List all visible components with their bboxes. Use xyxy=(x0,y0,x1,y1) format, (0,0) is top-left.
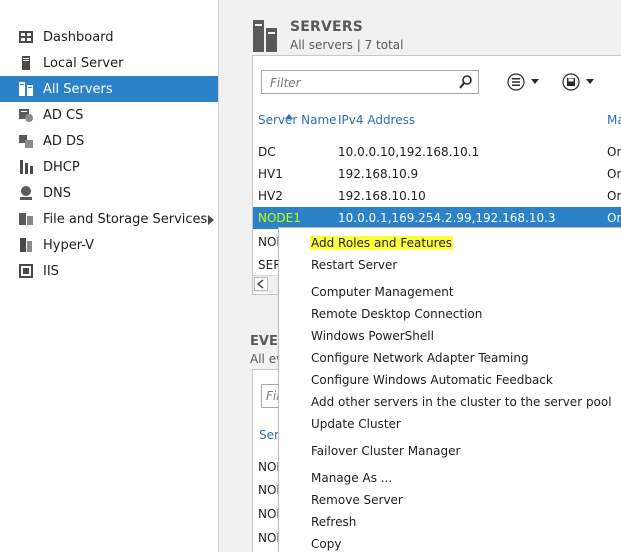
sidebar-item-label: IIS xyxy=(43,263,59,279)
servers-header-icon xyxy=(253,20,279,55)
list-item[interactable]: NOI xyxy=(258,531,280,545)
page-subtitle: All servers | 7 total xyxy=(290,38,404,52)
filter-input[interactable] xyxy=(268,74,462,92)
menu-item-failover-cluster-manager[interactable]: Failover Cluster Manager xyxy=(310,444,461,458)
dhcp-icon xyxy=(18,159,34,175)
file-storage-icon xyxy=(18,211,34,227)
menu-item-add-roles-features[interactable]: Add Roles and Features xyxy=(310,236,453,250)
menu-item-nic-teaming[interactable]: Configure Network Adapter Teaming xyxy=(310,351,530,365)
menu-item-refresh[interactable]: Refresh xyxy=(310,515,357,529)
ad-ds-icon xyxy=(18,133,34,149)
table-row[interactable]: HV1 192.168.10.9 On xyxy=(253,163,621,185)
menu-item-automatic-feedback[interactable]: Configure Windows Automatic Feedback xyxy=(310,373,554,387)
menu-item-update-cluster[interactable]: Update Cluster xyxy=(310,417,402,431)
sidebar-item-hyper-v[interactable]: Hyper-V xyxy=(0,232,218,258)
ad-cs-icon xyxy=(18,107,34,123)
menu-item-powershell[interactable]: Windows PowerShell xyxy=(310,329,435,343)
context-menu: Add Roles and Features Restart Server Co… xyxy=(278,227,621,552)
sidebar-item-iis[interactable]: IIS xyxy=(0,258,218,284)
server-name-cell: DC xyxy=(258,145,276,159)
iis-icon xyxy=(18,263,34,279)
column-header-server-name[interactable]: Server Name xyxy=(258,113,337,127)
sidebar-item-label: All Servers xyxy=(43,81,113,97)
sidebar-item-local-server[interactable]: Local Server xyxy=(0,50,218,76)
all-servers-icon xyxy=(18,81,34,97)
server-manager-window: Dashboard Local Server All Servers AD CS… xyxy=(0,0,621,552)
menu-item-copy[interactable]: Copy xyxy=(310,537,342,551)
sidebar: Dashboard Local Server All Servers AD CS… xyxy=(0,0,219,552)
chevron-right-icon[interactable] xyxy=(208,214,214,229)
filter-box[interactable] xyxy=(261,70,479,94)
sidebar-item-dashboard[interactable]: Dashboard xyxy=(0,24,218,50)
server-name-cell: HV1 xyxy=(258,167,283,181)
hyper-v-icon xyxy=(18,237,34,253)
list-options-button[interactable] xyxy=(507,73,547,94)
column-header-ipv4[interactable]: IPv4 Address xyxy=(338,113,415,127)
server-name-cell: NOI xyxy=(258,235,280,249)
sidebar-item-label: DNS xyxy=(43,185,71,201)
page-title: SERVERS xyxy=(290,19,364,35)
list-item[interactable]: NOI xyxy=(258,507,280,521)
list-item[interactable]: NOI xyxy=(258,460,280,474)
scroll-left-button[interactable] xyxy=(254,277,268,291)
server-name-cell: NODE1 xyxy=(258,211,301,225)
search-icon[interactable] xyxy=(459,75,473,92)
sidebar-item-label: Local Server xyxy=(43,55,124,71)
manageability-cell: On xyxy=(607,211,621,225)
column-header-manageability[interactable]: Ma xyxy=(607,113,621,127)
sidebar-item-label: Dashboard xyxy=(43,29,114,45)
table-row[interactable]: HV2 192.168.10.10 On xyxy=(253,185,621,207)
ipv4-cell: 10.0.0.1,169.254.2.99,192.168.10.3 xyxy=(338,211,556,225)
sidebar-item-label: AD CS xyxy=(43,107,84,123)
manageability-cell: On xyxy=(607,145,621,159)
menu-item-remove-server[interactable]: Remove Server xyxy=(310,493,404,507)
table-row[interactable]: DC 10.0.0.10,192.168.10.1 On xyxy=(253,141,621,163)
menu-item-manage-as[interactable]: Manage As ... xyxy=(310,471,393,485)
menu-item-restart-server[interactable]: Restart Server xyxy=(310,258,398,272)
manageability-cell: On xyxy=(607,167,621,181)
sidebar-item-label: AD DS xyxy=(43,133,85,149)
menu-item-computer-management[interactable]: Computer Management xyxy=(310,285,455,299)
sidebar-item-label: File and Storage Services xyxy=(43,211,208,227)
ipv4-cell: 10.0.0.10,192.168.10.1 xyxy=(338,145,480,159)
sidebar-item-label: Hyper-V xyxy=(43,237,95,253)
ipv4-cell: 192.168.10.10 xyxy=(338,189,426,203)
ipv4-cell: 192.168.10.9 xyxy=(338,167,419,181)
dashboard-icon xyxy=(18,29,34,45)
local-server-icon xyxy=(18,55,34,71)
sidebar-item-ad-ds[interactable]: AD DS xyxy=(0,128,218,154)
menu-item-add-cluster-servers[interactable]: Add other servers in the cluster to the … xyxy=(310,395,613,409)
sidebar-item-dhcp[interactable]: DHCP xyxy=(0,154,218,180)
dns-icon xyxy=(18,185,34,201)
save-query-button[interactable] xyxy=(562,73,602,94)
table-row-selected[interactable]: NODE1 10.0.0.1,169.254.2.99,192.168.10.3… xyxy=(253,207,621,229)
sidebar-item-ad-cs[interactable]: AD CS xyxy=(0,102,218,128)
manageability-cell: On xyxy=(607,189,621,203)
sidebar-item-dns[interactable]: DNS xyxy=(0,180,218,206)
sidebar-item-file-storage[interactable]: File and Storage Services xyxy=(0,206,218,232)
sidebar-item-all-servers[interactable]: All Servers xyxy=(0,76,218,102)
events-title: EVE xyxy=(250,334,278,349)
server-name-cell: HV2 xyxy=(258,189,283,203)
sidebar-item-label: DHCP xyxy=(43,159,80,175)
list-item[interactable]: NOI xyxy=(258,483,280,497)
menu-item-remote-desktop[interactable]: Remote Desktop Connection xyxy=(310,307,483,321)
